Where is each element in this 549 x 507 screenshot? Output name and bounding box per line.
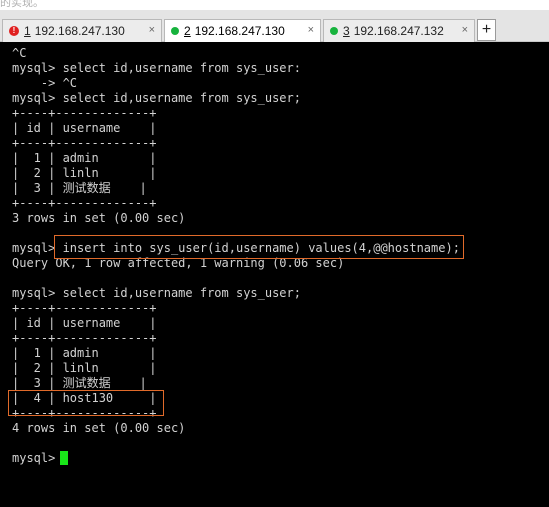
tab-host-label: 192.168.247.132	[353, 24, 444, 38]
terminal-line: | 2 | linln |	[12, 361, 157, 375]
close-icon[interactable]: ×	[149, 24, 155, 36]
background-window-strip: 的实现。	[0, 0, 549, 10]
tab-host-label: 192.168.247.130	[34, 24, 125, 38]
tab-number: 3	[343, 24, 350, 38]
terminal-line: | 2 | linln |	[12, 166, 157, 180]
insert-statement-highlight	[54, 235, 464, 259]
session-tab-1[interactable]: ! 1 192.168.247.130 ×	[2, 19, 162, 42]
terminal-line: | 1 | admin |	[12, 151, 157, 165]
tab-host-label: 192.168.247.130	[194, 24, 285, 38]
session-tab-bar: ! 1 192.168.247.130 × 2 192.168.247.130 …	[0, 10, 549, 42]
session-tab-2[interactable]: 2 192.168.247.130 ×	[164, 19, 321, 42]
add-tab-button[interactable]: +	[477, 19, 496, 41]
terminal-line: +----+-------------+	[12, 331, 157, 345]
terminal-line: -> ^C	[12, 76, 78, 90]
terminal-line: mysql> select id,username from sys_user:	[12, 61, 301, 75]
terminal-pane[interactable]: ^C mysql> select id,username from sys_us…	[0, 42, 549, 507]
terminal-prompt-line: mysql>	[12, 451, 63, 465]
terminal-line: 3 rows in set (0.00 sec)	[12, 211, 186, 225]
terminal-line: +----+-------------+	[12, 196, 157, 210]
new-row-highlight	[8, 390, 164, 416]
tab-number: 1	[24, 24, 31, 38]
error-status-icon: !	[9, 26, 19, 36]
terminal-line: mysql> select id,username from sys_user;	[12, 286, 301, 300]
terminal-line: mysql> select id,username from sys_user;	[12, 91, 301, 105]
connected-status-icon	[171, 27, 179, 35]
tab-number: 2	[184, 24, 191, 38]
terminal-line: | 1 | admin |	[12, 346, 157, 360]
terminal-line: | id | username |	[12, 121, 157, 135]
terminal-line: 4 rows in set (0.00 sec)	[12, 421, 186, 435]
terminal-line: +----+-------------+	[12, 136, 157, 150]
terminal-line: +----+-------------+	[12, 301, 157, 315]
background-partial-text: 的实现。	[0, 0, 44, 9]
close-icon[interactable]: ×	[462, 24, 468, 36]
connected-status-icon	[330, 27, 338, 35]
terminal-line: | 3 | 测试数据 |	[12, 181, 147, 195]
terminal-line: +----+-------------+	[12, 106, 157, 120]
close-icon[interactable]: ×	[308, 24, 314, 36]
terminal-line: ^C	[12, 46, 27, 60]
terminal-line: | 3 | 测试数据 |	[12, 376, 147, 390]
session-tab-3[interactable]: 3 192.168.247.132 ×	[323, 19, 475, 42]
terminal-cursor	[60, 451, 68, 465]
terminal-line: | id | username |	[12, 316, 157, 330]
